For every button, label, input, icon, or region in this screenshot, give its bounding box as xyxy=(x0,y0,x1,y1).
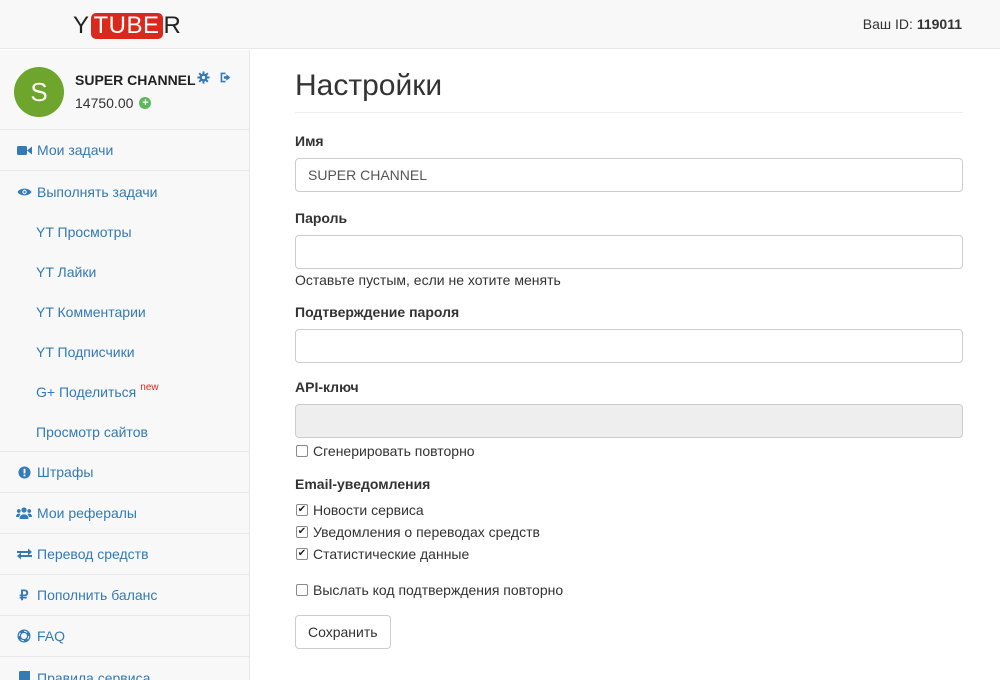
sidebar-subitem-yt-likes[interactable]: YT Лайки xyxy=(0,252,249,292)
resend-code-row[interactable]: Выслать код подтверждения повторно xyxy=(295,579,963,601)
page-title: Настройки xyxy=(295,69,963,113)
sidebar-subitem-yt-comments[interactable]: YT Комментарии xyxy=(0,292,249,332)
sidebar-subitem-site-views[interactable]: Просмотр сайтов xyxy=(0,412,249,452)
email-option-label: Статистические данные xyxy=(313,546,470,562)
sidebar-item-referrals[interactable]: Мои рефералы xyxy=(0,493,249,534)
sidebar-item-do-tasks[interactable]: Выполнять задачи xyxy=(0,171,249,212)
sidebar-item-label: Пополнить баланс xyxy=(37,587,158,603)
password-label: Пароль xyxy=(295,210,348,226)
sidebar-item-label: Правила сервиса xyxy=(37,669,151,680)
add-funds-icon[interactable]: + xyxy=(139,97,152,109)
regenerate-checkbox[interactable] xyxy=(296,445,308,457)
api-key-group: API-ключ Сгенерировать повторно xyxy=(295,379,963,462)
sidebar-item-top-up[interactable]: ₽ Пополнить баланс xyxy=(0,575,249,616)
password-group: Пароль Оставьте пустым, если не хотите м… xyxy=(295,210,963,292)
sidebar-item-transfer[interactable]: Перевод средств xyxy=(0,534,249,575)
password-field[interactable] xyxy=(295,235,963,269)
resend-code-checkbox[interactable] xyxy=(296,584,308,596)
logo-text-left: Y xyxy=(73,12,90,39)
confirm-password-group: Подтверждение пароля xyxy=(295,304,963,363)
sidebar-subitem-label: YT Подписчики xyxy=(36,344,135,360)
life-ring-icon xyxy=(16,629,32,643)
logout-icon[interactable] xyxy=(218,71,232,85)
new-badge: new xyxy=(140,381,159,393)
avatar[interactable]: S xyxy=(14,67,64,117)
profile-icons xyxy=(196,71,232,85)
profile-balance: 14750.00 + xyxy=(75,95,152,111)
ytuber-logo[interactable]: Y TUBE R xyxy=(73,12,181,40)
user-id: Ваш ID: 119011 xyxy=(863,16,962,32)
email-option-label: Уведомления о переводах средств xyxy=(313,524,540,540)
sidebar-subitem-label: G+ Поделиться xyxy=(36,384,137,400)
sidebar-subitem-yt-views[interactable]: YT Просмотры xyxy=(0,212,249,252)
email-option-transfers[interactable]: ✔ Уведомления о переводах средств xyxy=(295,521,963,543)
sidebar-item-rules[interactable]: Правила сервиса xyxy=(0,657,249,680)
email-notifications-label: Email-уведомления xyxy=(295,476,431,492)
sidebar-subitem-label: YT Комментарии xyxy=(36,304,146,320)
confirm-password-label: Подтверждение пароля xyxy=(295,304,460,320)
statistics-checkbox[interactable]: ✔ xyxy=(296,548,308,560)
sidebar-item-label: Выполнять задачи xyxy=(37,183,158,200)
sidebar-subitem-gplus-share[interactable]: G+ Поделиться new xyxy=(0,372,249,412)
video-camera-icon xyxy=(16,143,32,157)
sidebar-item-faq[interactable]: FAQ xyxy=(0,616,249,657)
sidebar-item-label: Мои рефералы xyxy=(37,505,137,521)
email-option-news[interactable]: ✔ Новости сервиса xyxy=(295,499,963,521)
users-icon xyxy=(16,506,32,520)
gear-icon[interactable] xyxy=(196,71,210,85)
top-navbar: Y TUBE R Ваш ID: 119011 xyxy=(0,0,1000,49)
email-notifications-group: Email-уведомления ✔ Новости сервиса ✔ Ув… xyxy=(295,476,963,565)
exclamation-circle-icon xyxy=(16,465,32,479)
exchange-icon xyxy=(16,547,32,561)
password-help-text: Оставьте пустым, если не хотите менять xyxy=(295,272,561,288)
email-option-label: Новости сервиса xyxy=(313,502,424,518)
sidebar-subitem-label: YT Лайки xyxy=(36,264,97,280)
confirm-password-field[interactable] xyxy=(295,329,963,363)
sidebar-item-label: Мои задачи xyxy=(37,142,114,158)
sidebar-subitem-yt-subscribers[interactable]: YT Подписчики xyxy=(0,332,249,372)
transfers-checkbox[interactable]: ✔ xyxy=(296,526,308,538)
sidebar-item-penalties[interactable]: Штрафы xyxy=(0,452,249,493)
logo-text-right: R xyxy=(163,12,182,39)
user-id-value: 119011 xyxy=(916,16,962,32)
api-key-label: API-ключ xyxy=(295,379,359,395)
eye-icon xyxy=(16,185,32,199)
book-icon xyxy=(16,670,32,680)
ruble-icon: ₽ xyxy=(19,586,29,603)
api-key-field xyxy=(295,404,963,438)
sidebar-subitem-label: Просмотр сайтов xyxy=(36,423,148,440)
name-field[interactable] xyxy=(295,158,963,192)
profile-panel: S SUPER CHANNEL 14750.00 + xyxy=(0,50,249,130)
save-button[interactable]: Сохранить xyxy=(295,615,391,649)
sidebar-item-label: FAQ xyxy=(37,628,66,644)
name-group: Имя xyxy=(295,133,963,192)
name-label: Имя xyxy=(295,133,324,149)
sidebar-item-label: Штрафы xyxy=(37,464,94,480)
sidebar-subitem-label: YT Просмотры xyxy=(36,224,132,240)
regenerate-checkbox-row[interactable]: Сгенерировать повторно xyxy=(295,440,963,462)
profile-name: SUPER CHANNEL xyxy=(75,72,196,88)
balance-value: 14750.00 xyxy=(75,95,134,111)
resend-code-label: Выслать код подтверждения повторно xyxy=(313,582,564,598)
news-checkbox[interactable]: ✔ xyxy=(296,504,308,516)
settings-form: Настройки Имя Пароль Оставьте пустым, ес… xyxy=(295,50,963,649)
user-id-label: Ваш ID: xyxy=(862,16,913,32)
regenerate-label: Сгенерировать повторно xyxy=(313,443,475,459)
sidebar: S SUPER CHANNEL 14750.00 + Мои задачи Вы… xyxy=(0,50,250,680)
logo-text-highlight: TUBE xyxy=(90,13,163,39)
sidebar-item-my-tasks[interactable]: Мои задачи xyxy=(0,130,249,171)
email-option-statistics[interactable]: ✔ Статистические данные xyxy=(295,543,963,565)
sidebar-item-label: Перевод средств xyxy=(37,546,149,562)
